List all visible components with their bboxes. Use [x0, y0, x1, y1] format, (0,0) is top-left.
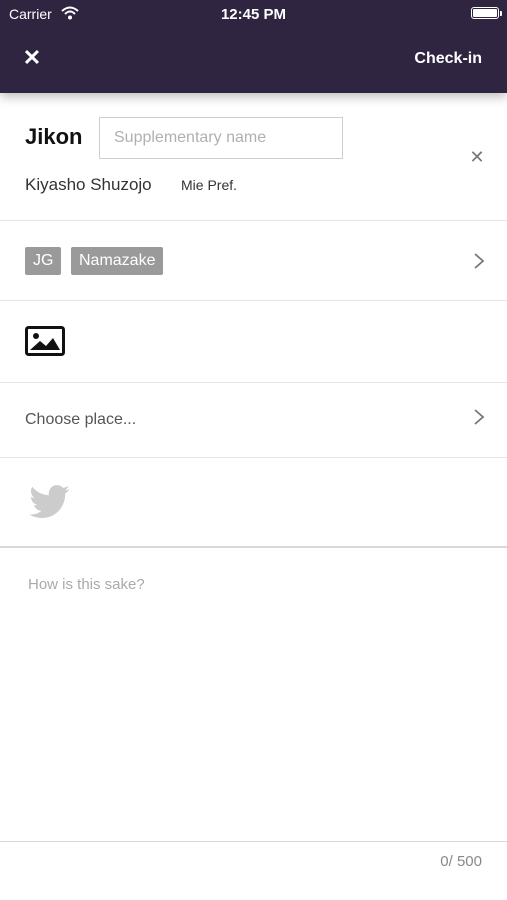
section-divider	[0, 546, 507, 548]
navigation-header: Carrier 12:45 PM ✕ Check-in	[0, 0, 507, 93]
supplementary-name-input[interactable]	[99, 117, 343, 159]
bottom-divider	[0, 841, 507, 842]
prefecture-label: Mie Pref.	[181, 177, 238, 193]
battery-cap	[500, 11, 502, 16]
choose-place-label: Choose place...	[25, 411, 137, 428]
battery-icon	[471, 7, 499, 19]
photo-row	[0, 301, 507, 383]
character-counter: 0/ 500	[440, 853, 482, 870]
twitter-icon[interactable]	[29, 485, 71, 524]
photo-icon[interactable]	[25, 326, 65, 361]
remove-sake-icon[interactable]: ✕	[466, 146, 488, 168]
chevron-right-icon	[472, 251, 486, 271]
sake-name: Jikon	[25, 124, 83, 149]
chevron-right-icon	[472, 407, 486, 427]
tag-chip: JG	[25, 247, 62, 275]
checkin-button[interactable]: Check-in	[414, 50, 482, 68]
tag-chip: Namazake	[71, 247, 164, 275]
comment-textarea[interactable]: How is this sake?	[28, 576, 483, 826]
close-icon[interactable]: ✕	[20, 46, 44, 70]
clock: 12:45 PM	[220, 6, 287, 23]
brewery-name: Kiyasho Shuzojo	[25, 175, 152, 194]
status-bar: Carrier 12:45 PM	[0, 0, 507, 28]
